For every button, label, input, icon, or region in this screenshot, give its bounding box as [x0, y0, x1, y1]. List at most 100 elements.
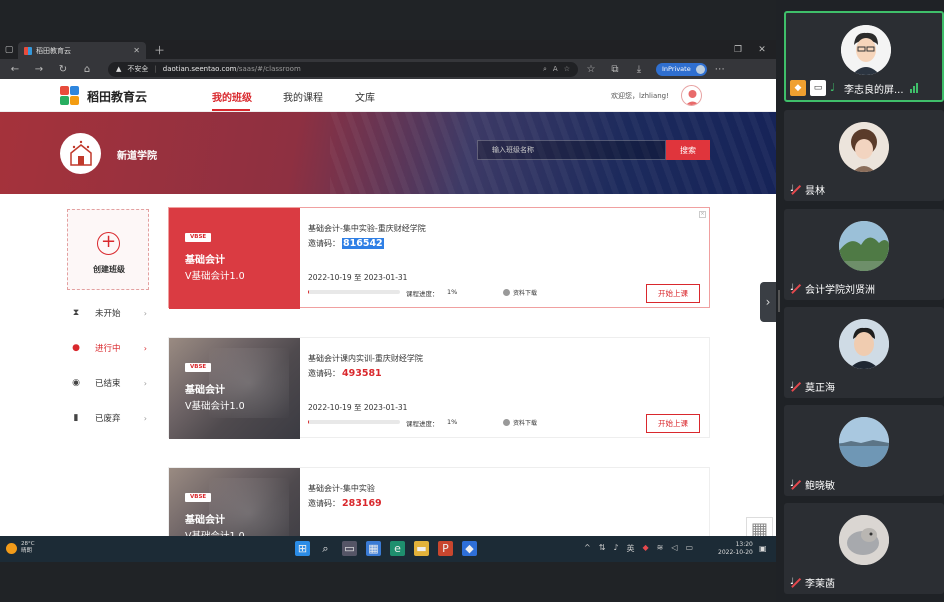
more-menu-icon[interactable]: ⋯: [709, 60, 731, 78]
class-cover: VBSE 基础会计 V基础会计1.0: [169, 338, 300, 439]
search-button[interactable]: 搜索: [666, 140, 710, 160]
start-class-button[interactable]: 开始上课: [646, 414, 700, 433]
material-download-link[interactable]: 资料下载: [503, 288, 537, 297]
battery-icon[interactable]: ▭: [686, 543, 694, 554]
invite-label: 邀请码：: [308, 499, 340, 508]
weather-widget[interactable]: 28°C 晴朗: [6, 541, 35, 555]
avatar: [839, 122, 889, 172]
task-view-icon[interactable]: ▭: [342, 541, 357, 556]
sidebar-item-discarded[interactable]: ▮ 已废弃 ›: [67, 407, 149, 429]
search-icon[interactable]: ⌕: [318, 541, 333, 556]
nav-library[interactable]: 文库: [355, 89, 375, 104]
close-window-icon[interactable]: ✕: [752, 40, 772, 59]
qr-code-icon[interactable]: ▦: [746, 517, 773, 536]
participant-info: ♩ 鲍晓敏: [790, 477, 835, 492]
participant-info: ♩ 莫正海: [790, 379, 835, 394]
antivirus-icon[interactable]: ◆: [643, 543, 649, 554]
new-tab-icon[interactable]: ＋: [154, 42, 165, 58]
class-card[interactable]: VBSE 基础会计 V基础会计1.0 基础会计课内实训-重庆财经学院 邀请码： …: [168, 337, 710, 439]
signal-strength-icon: [909, 83, 918, 93]
web-page: 稻田教育云 我的班级 我的课程 文库 欢迎您，lzhliang! 新道学院 输入…: [0, 79, 776, 536]
address-bar[interactable]: ▲ 不安全 | daotian.seentao.com/saas/#/class…: [108, 61, 578, 77]
course-name[interactable]: 基础会计-集中实验: [308, 483, 375, 494]
participant-tile[interactable]: ◆ ▭ ♩ 李志良的屏...: [784, 11, 944, 102]
edge-browser-icon[interactable]: e: [390, 541, 405, 556]
progress-fill: [308, 420, 309, 424]
forward-icon[interactable]: →: [28, 60, 50, 78]
material-download-link[interactable]: 资料下载: [503, 418, 537, 427]
plus-icon: +: [97, 232, 120, 255]
course-name[interactable]: 基础会计课内实训-重庆财经学院: [308, 353, 423, 364]
school-banner: 新道学院 搜索: [0, 112, 776, 194]
sidebar-item-not-started[interactable]: ⧗ 未开始 ›: [67, 302, 149, 324]
network-icon[interactable]: ⇅: [599, 543, 606, 554]
panel-divider[interactable]: [778, 290, 780, 312]
read-aloud-icon[interactable]: A: [553, 65, 558, 73]
tab-actions-icon[interactable]: ▢: [0, 40, 18, 59]
browser-tab[interactable]: 稻田教育云 ✕: [18, 42, 146, 59]
nav-my-classes[interactable]: 我的班级: [212, 89, 252, 104]
favorite-add-icon[interactable]: ☆: [564, 65, 570, 73]
downloads-icon[interactable]: ⤓: [628, 60, 650, 78]
ime-icon[interactable]: 英: [627, 543, 635, 554]
widgets-icon[interactable]: ▦: [366, 541, 381, 556]
screen-share-icon: ▭: [810, 80, 826, 96]
system-clock[interactable]: 13:20 2022-10-20: [718, 541, 753, 557]
chevron-right-icon: ›: [143, 308, 147, 318]
download-icon: [503, 289, 510, 296]
collections-icon[interactable]: ⧉: [604, 60, 626, 78]
brand-name[interactable]: 稻田教育云: [87, 88, 147, 105]
profile-avatar: [695, 64, 705, 74]
class-cover-title: 基础会计: [185, 385, 225, 396]
home-icon[interactable]: ⌂: [76, 60, 98, 78]
class-dates: 2022-10-19 至 2023-01-31: [308, 273, 408, 282]
create-class-button[interactable]: + 创建班级: [67, 209, 149, 290]
close-tab-icon[interactable]: ✕: [133, 46, 140, 55]
nav-active-indicator: [212, 109, 250, 111]
participant-name: 莫正海: [805, 383, 835, 394]
meeting-app-icon[interactable]: ◆: [462, 541, 477, 556]
sidebar-item-in-progress[interactable]: ● 进行中 ›: [67, 337, 149, 359]
user-avatar[interactable]: [681, 85, 702, 106]
course-name[interactable]: 基础会计-集中实验-重庆财经学院: [308, 223, 426, 234]
restore-window-icon[interactable]: ❐: [728, 40, 748, 59]
class-card[interactable]: VBSE 基础会计 V基础会计1.0 基础会计-集中实验-重庆财经学院 邀请码：…: [168, 207, 710, 309]
notification-icon[interactable]: ▣: [759, 544, 767, 553]
file-explorer-icon[interactable]: ▬: [414, 541, 429, 556]
mic-tray-icon[interactable]: ♪: [613, 543, 618, 554]
sidebar-item-label: 进行中: [95, 344, 121, 354]
brand-logo-icon[interactable]: [60, 86, 79, 105]
participant-tile[interactable]: ♩ 莫正海: [784, 307, 944, 398]
warning-icon: ▲: [116, 65, 122, 73]
download-icon: [503, 419, 510, 426]
participant-tile[interactable]: ♩ 会计学院刘贤洲: [784, 209, 944, 300]
class-card[interactable]: VBSE 基础会计 V基础会计1.0 基础会计-集中实验 邀请码： 283169: [168, 467, 710, 536]
participant-tile[interactable]: ♩ 昙林: [784, 110, 944, 201]
invite-code[interactable]: 283169: [342, 498, 382, 509]
inprivate-badge[interactable]: InPrivate: [656, 62, 707, 76]
wifi-icon[interactable]: ≋: [657, 543, 664, 554]
volume-icon[interactable]: ◁: [671, 543, 677, 554]
progress-value: 1%: [447, 288, 458, 296]
close-icon[interactable]: ×: [699, 211, 706, 218]
zoom-icon[interactable]: ⌕: [543, 65, 547, 74]
progress-label: 课程进度：: [406, 420, 439, 428]
nav-my-courses[interactable]: 我的课程: [283, 89, 323, 104]
collapse-panel-button[interactable]: ›: [760, 282, 776, 322]
invite-code[interactable]: 493581: [342, 368, 382, 379]
sidebar-item-ended[interactable]: ◉ 已结束 ›: [67, 372, 149, 394]
refresh-icon[interactable]: ↻: [52, 60, 74, 78]
class-cover-subtitle: V基础会计1.0: [185, 528, 245, 536]
participant-tile[interactable]: ♩ 鲍晓敏: [784, 405, 944, 496]
class-search-input[interactable]: [477, 140, 666, 160]
start-class-button[interactable]: 开始上课: [646, 284, 700, 303]
windows-start-icon[interactable]: ⊞: [295, 541, 310, 556]
invite-code[interactable]: 816542: [342, 238, 384, 249]
favorites-icon[interactable]: ☆: [580, 60, 602, 78]
powerpoint-icon[interactable]: P: [438, 541, 453, 556]
avatar: [839, 221, 889, 271]
chevron-up-icon[interactable]: ^: [584, 543, 591, 554]
participant-tile[interactable]: ♩ 李茉菡: [784, 503, 944, 594]
trash-icon: ▮: [73, 413, 79, 423]
back-icon[interactable]: ←: [4, 60, 26, 78]
